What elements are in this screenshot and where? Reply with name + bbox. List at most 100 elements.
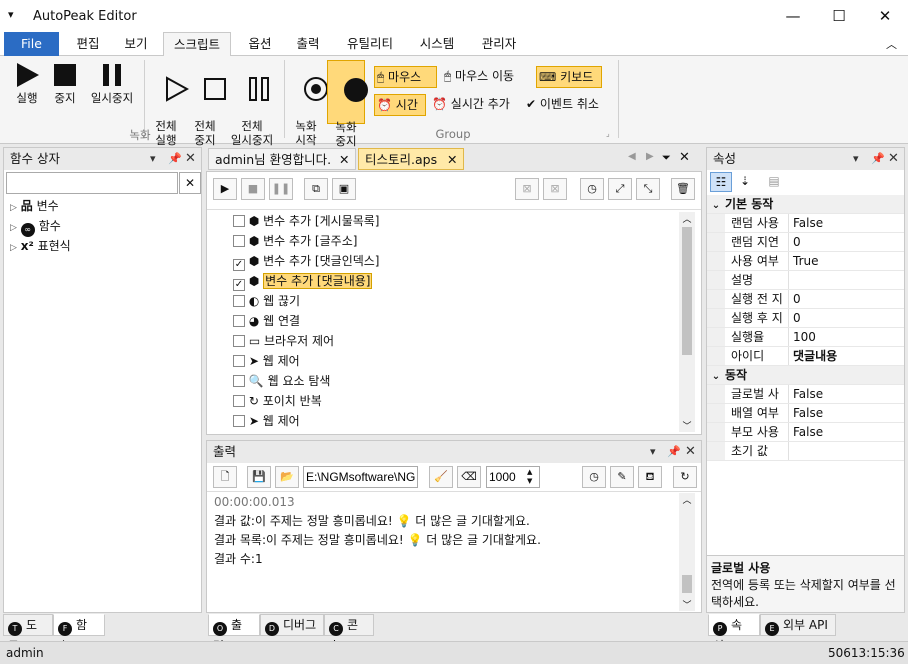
tab-system[interactable]: 시스템: [412, 32, 462, 56]
tab-output-log[interactable]: O출력: [208, 614, 260, 653]
property-row[interactable]: 설명: [707, 271, 904, 290]
run-script-button[interactable]: ▶: [213, 178, 237, 200]
property-row[interactable]: 부모 사용 False: [707, 423, 904, 442]
property-value[interactable]: 0: [789, 233, 801, 251]
property-row[interactable]: 배열 여부 False: [707, 404, 904, 423]
tab-welcome[interactable]: admin님 환영합니다. ✕: [208, 148, 356, 170]
run-button[interactable]: 실행: [8, 62, 46, 105]
script-row[interactable]: ➤ 웹 제어: [233, 351, 673, 371]
row-checkbox[interactable]: [233, 375, 245, 387]
tab-output[interactable]: 출력: [286, 32, 330, 56]
pause-button[interactable]: 일시중지: [86, 62, 138, 105]
property-value[interactable]: False: [789, 385, 823, 403]
collapse-button[interactable]: ⤡: [636, 178, 660, 200]
panel-menu-icon[interactable]: ▾: [150, 148, 156, 170]
close-tab-icon[interactable]: ✕: [339, 149, 349, 171]
property-row[interactable]: 초기 값: [707, 442, 904, 461]
trash-button[interactable]: 🗑: [671, 178, 695, 200]
property-row[interactable]: 랜덤 사용 False: [707, 214, 904, 233]
tree-item-function[interactable]: ▷ ∞ 함수: [10, 216, 71, 237]
pin-icon[interactable]: 📌: [168, 148, 182, 170]
property-value[interactable]: 0: [789, 290, 801, 308]
scroll-right-icon[interactable]: ▶: [646, 151, 654, 162]
script-row[interactable]: ➤ 웹 제어: [233, 411, 673, 431]
property-row[interactable]: 실행 전 지0: [707, 290, 904, 309]
tab-list-icon[interactable]: ⏷: [662, 151, 671, 165]
event-cancel-button[interactable]: ✔ 이벤트 취소: [526, 94, 599, 116]
save-log-button[interactable]: 💾: [247, 466, 271, 488]
categorized-button[interactable]: ☷: [710, 172, 732, 192]
script-row[interactable]: ⬢ 변수 추가 [게시물목록]: [233, 211, 673, 231]
script-row[interactable]: ◐ 웹 끊기: [233, 291, 673, 311]
maximize-button[interactable]: ☐: [816, 0, 862, 32]
section-header[interactable]: ⌄ 기본 동작: [707, 195, 904, 214]
tree-item-expression[interactable]: ▷ x² 표현식: [10, 236, 71, 256]
script-row[interactable]: ↻ 포이치 반복: [233, 391, 673, 411]
expand-button[interactable]: ⤢: [608, 178, 632, 200]
dialog-launcher-icon[interactable]: ⌟: [606, 129, 610, 138]
property-pages-button[interactable]: ▤: [763, 172, 785, 192]
property-row[interactable]: 아이디 댓글내용: [707, 347, 904, 366]
row-checkbox[interactable]: [233, 235, 245, 247]
alphabetical-button[interactable]: ⇣: [734, 172, 756, 192]
mouse-move-button[interactable]: 🖱 마우스 이동: [444, 66, 514, 88]
property-value[interactable]: False: [789, 214, 823, 232]
output-scrollbar[interactable]: ︿ ﹀: [679, 493, 695, 611]
property-value[interactable]: False: [789, 404, 823, 422]
stop-button[interactable]: 중지: [48, 62, 82, 105]
property-row[interactable]: 실행율 100: [707, 328, 904, 347]
history-button[interactable]: ◷: [580, 178, 604, 200]
panel-menu-icon[interactable]: ▾: [853, 148, 859, 170]
script-row[interactable]: ▭ 브라우저 제어: [233, 331, 673, 351]
minimize-button[interactable]: —: [770, 0, 816, 32]
mouse-click-button[interactable]: 🖱 마우스: [374, 66, 437, 88]
run-selected-button[interactable]: ▣: [332, 178, 356, 200]
delete-button[interactable]: ⊠: [515, 178, 539, 200]
property-value[interactable]: True: [789, 252, 819, 270]
pause-script-button[interactable]: ❚❚: [269, 178, 293, 200]
property-row[interactable]: 랜덤 지연 0: [707, 233, 904, 252]
spin-icon[interactable]: ▲ ▼: [527, 468, 532, 486]
record-stop-button[interactable]: 녹화 중지: [327, 60, 368, 148]
tab-view[interactable]: 보기: [114, 32, 158, 56]
realtime-add-button[interactable]: ⏰ 실시간 추가: [432, 94, 510, 116]
tab-debug[interactable]: D 디버그: [260, 614, 324, 636]
stop-script-button[interactable]: ■: [241, 178, 265, 200]
tab-tools[interactable]: T도구: [3, 614, 53, 653]
panel-menu-icon[interactable]: ▾: [650, 441, 656, 463]
tab-admin[interactable]: 관리자: [474, 32, 524, 56]
pin-icon[interactable]: 📌: [871, 148, 885, 170]
tab-console[interactable]: C콘솔: [324, 614, 374, 653]
log-path-input[interactable]: [303, 466, 418, 488]
tab-script[interactable]: 스크립트: [163, 32, 231, 57]
refresh-button[interactable]: ↻: [673, 466, 697, 488]
brush-button[interactable]: ✎: [610, 466, 634, 488]
app-menu-icon[interactable]: ▾: [8, 8, 14, 21]
fill-button[interactable]: ⛾: [638, 466, 662, 488]
close-icon[interactable]: ✕: [685, 441, 696, 463]
property-value[interactable]: 댓글내용: [789, 347, 837, 365]
close-icon[interactable]: ✕: [185, 148, 196, 170]
script-row[interactable]: 🔍 웹 요소 탐색: [233, 371, 673, 391]
clean-button[interactable]: 🧹: [429, 466, 453, 488]
run-from-button[interactable]: ⧉: [304, 178, 328, 200]
tab-file[interactable]: File: [4, 32, 59, 56]
tab-functions[interactable]: F함수: [53, 614, 105, 653]
script-row[interactable]: ◕ 웹 연결: [233, 311, 673, 331]
tab-external-api[interactable]: E 외부 API: [760, 614, 836, 636]
row-checkbox[interactable]: [233, 395, 245, 407]
property-row[interactable]: 실행 후 지0: [707, 309, 904, 328]
clear-search-button[interactable]: ✕: [179, 172, 201, 194]
delete-all-button[interactable]: ⊠: [543, 178, 567, 200]
row-checkbox[interactable]: [233, 415, 245, 427]
tab-edit[interactable]: 편집: [66, 32, 110, 56]
property-value[interactable]: 100: [789, 328, 816, 346]
close-icon[interactable]: ✕: [888, 148, 899, 170]
pin-icon[interactable]: 📌: [667, 441, 681, 463]
tab-utility[interactable]: 유틸리티: [338, 32, 402, 56]
scroll-left-icon[interactable]: ◀: [628, 151, 636, 162]
row-checkbox[interactable]: ✓: [233, 259, 245, 271]
close-tab-icon[interactable]: ✕: [447, 149, 457, 171]
keyboard-button[interactable]: ⌨ 키보드: [536, 66, 602, 88]
row-checkbox[interactable]: [233, 335, 245, 347]
